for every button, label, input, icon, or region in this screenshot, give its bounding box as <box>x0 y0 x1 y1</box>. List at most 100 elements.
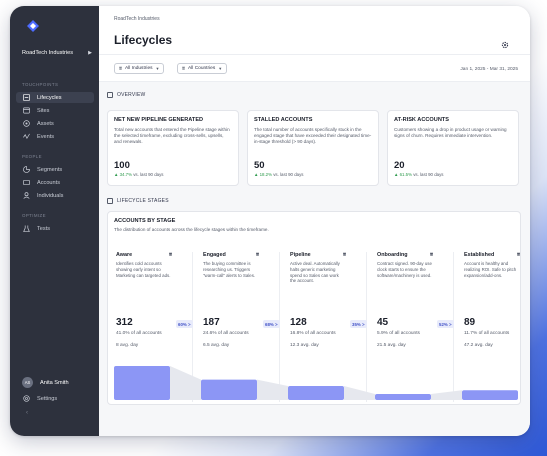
lifecycle-stages-heading-label: LIFECYCLE STAGES <box>117 198 169 204</box>
stage-column-pipeline[interactable]: Pipeline ⩸ Active deal. Automatically hal… <box>290 252 346 348</box>
industry-filter[interactable]: ⩸ All Industries ▼ <box>114 63 165 74</box>
funnel-connector <box>170 366 201 400</box>
kpi-value: 20 <box>394 160 405 171</box>
funnel-connector <box>344 386 375 400</box>
main-content: RoadTech Industries Lifecycles ⩸ All Ind… <box>99 6 530 436</box>
panel-description: The distribution of accounts across the … <box>114 227 269 232</box>
kpi-change-value: ▲ 34.7% <box>114 172 133 177</box>
app-logo-icon[interactable] <box>27 20 39 32</box>
sidebar-item-tests[interactable]: Tests <box>16 223 94 234</box>
funnel-connector <box>257 379 288 400</box>
stage-column-onboarding[interactable]: Onboarding ⩸ Contract signed. 90-day use … <box>377 252 433 348</box>
page-header: RoadTech Industries Lifecycles <box>99 6 530 54</box>
stage-name-label: Established <box>464 252 495 258</box>
conversion-badge[interactable]: 35% > <box>350 320 367 328</box>
individuals-icon <box>22 192 30 200</box>
sidebar-item-segments[interactable]: Segments <box>16 164 94 175</box>
kpi-title: AT-RISK ACCOUNTS <box>394 117 450 123</box>
filter-icon[interactable]: ⩸ <box>517 252 520 258</box>
chevron-right-icon: ▶ <box>88 50 92 56</box>
stage-count: 89 <box>464 317 476 328</box>
collapse-sidebar-icon[interactable]: ‹ <box>26 410 28 416</box>
country-filter[interactable]: ⩸ All Countries ▼ <box>177 63 228 74</box>
sidebar-item-events[interactable]: Events <box>16 131 94 142</box>
sidebar-item-settings[interactable]: Settings <box>16 393 94 404</box>
kpi-card-net-new-pipeline[interactable]: NET NEW PIPELINE GENERATED Total new acc… <box>107 110 239 186</box>
assets-icon <box>22 120 30 128</box>
stage-count: 312 <box>116 317 133 328</box>
kpi-description: Total new accounts that entered the Pipe… <box>114 127 230 144</box>
lifecycle-icon <box>22 94 30 102</box>
stage-avg-days: 12.3 avg. day <box>290 343 319 348</box>
sidebar-item-label: Individuals <box>37 192 64 199</box>
sites-icon <box>22 107 30 115</box>
settings-icon <box>22 395 30 403</box>
user-name: Anita Smith <box>40 379 69 386</box>
stage-description: Identifies cold accounts showing early i… <box>116 261 171 278</box>
industry-filter-value: All Industries <box>125 66 153 71</box>
filter-icon[interactable]: ⩸ <box>169 252 172 258</box>
breadcrumb[interactable]: RoadTech Industries <box>114 16 160 22</box>
stage-count: 45 <box>377 317 389 328</box>
filter-icon[interactable]: ⩸ <box>256 252 259 258</box>
kpi-change-value: ▲ 18.2% <box>254 172 273 177</box>
section-icon <box>107 198 113 204</box>
kpi-compare: vs. last 90 days <box>412 172 444 177</box>
funnel-bar-pipeline[interactable] <box>288 386 344 400</box>
section-label-people: PEOPLE <box>22 154 42 159</box>
stage-percent: 11.7% of all accounts <box>464 331 510 336</box>
org-name: RoadTech Industries <box>22 50 73 56</box>
funnel-bar-aware[interactable] <box>114 366 170 400</box>
funnel-bar-established[interactable] <box>462 390 518 400</box>
kpi-card-at-risk-accounts[interactable]: AT-RISK ACCOUNTS Customers showing a dro… <box>387 110 519 186</box>
conversion-badge[interactable]: 60% > <box>176 320 193 328</box>
panel-title: ACCOUNTS BY STAGE <box>114 218 176 224</box>
stage-description: The buying committee is researching us. … <box>203 261 256 278</box>
stage-avg-days: 6.5 avg. day <box>203 343 230 348</box>
accounts-by-stage-panel: ACCOUNTS BY STAGE The distribution of ac… <box>107 211 521 405</box>
sidebar-item-lifecycles[interactable]: Lifecycles <box>16 92 94 103</box>
kpi-card-stalled-accounts[interactable]: STALLED ACCOUNTS The total number of acc… <box>247 110 379 186</box>
kpi-compare: vs. last 90 days <box>272 172 304 177</box>
funnel-bar-onboarding[interactable] <box>375 394 431 400</box>
stage-column-engaged[interactable]: Engaged ⩸ The buying committee is researc… <box>203 252 259 348</box>
stage-funnel-chart <box>114 366 518 400</box>
stage-count: 128 <box>290 317 307 328</box>
kpi-value: 100 <box>114 160 130 171</box>
avatar: AS <box>22 377 33 388</box>
funnel-bar-engaged[interactable] <box>201 379 257 400</box>
section-icon <box>107 92 113 98</box>
gear-icon[interactable] <box>501 36 509 49</box>
conversion-badge[interactable]: 52% > <box>437 320 454 328</box>
filter-icon[interactable]: ⩸ <box>343 252 346 258</box>
kpi-change: ▲ 34.7% vs. last 90 days <box>114 172 232 177</box>
conversion-badge[interactable]: 68% > <box>263 320 280 328</box>
sidebar-item-sites[interactable]: Sites <box>16 105 94 116</box>
filter-icon[interactable]: ⩸ <box>430 252 433 258</box>
events-icon <box>22 133 30 141</box>
user-profile[interactable]: AS Anita Smith <box>22 377 69 388</box>
overview-heading: OVERVIEW <box>107 92 145 98</box>
sidebar-item-assets[interactable]: Assets <box>16 118 94 129</box>
stage-avg-days: 47.2 avg. day <box>464 343 493 348</box>
tests-icon <box>22 225 30 233</box>
kpi-title: NET NEW PIPELINE GENERATED <box>114 117 204 123</box>
stage-name: Pipeline ⩸ <box>290 252 346 258</box>
chevron-down-icon: ▼ <box>218 66 223 71</box>
date-range-picker[interactable]: Jan 1, 2025 - Mar 31, 2025 <box>460 67 518 72</box>
stage-name: Aware ⩸ <box>116 252 172 258</box>
stage-name: Onboarding ⩸ <box>377 252 433 258</box>
sidebar-item-individuals[interactable]: Individuals <box>16 190 94 201</box>
sidebar: RoadTech Industries ▶ TOUCHPOINTS Lifecy… <box>10 6 99 436</box>
sidebar-item-accounts[interactable]: Accounts <box>16 177 94 188</box>
org-switcher[interactable]: RoadTech Industries ▶ <box>22 50 92 56</box>
stage-avg-days: 21.5 avg. day <box>377 343 406 348</box>
kpi-change-value: ▲ 61.5% <box>394 172 413 177</box>
stage-column-established[interactable]: Established ⩸ Account is healthy and real… <box>464 252 520 348</box>
stage-name-label: Onboarding <box>377 252 408 258</box>
stage-column-aware[interactable]: Aware ⩸ Identifies cold accounts showing … <box>116 252 172 348</box>
kpi-compare: vs. last 90 days <box>132 172 164 177</box>
stage-name: Engaged ⩸ <box>203 252 259 258</box>
stage-description: Account is healthy and realizing ROI. Sa… <box>464 261 517 278</box>
kpi-description: The total number of accounts specificall… <box>254 127 372 144</box>
